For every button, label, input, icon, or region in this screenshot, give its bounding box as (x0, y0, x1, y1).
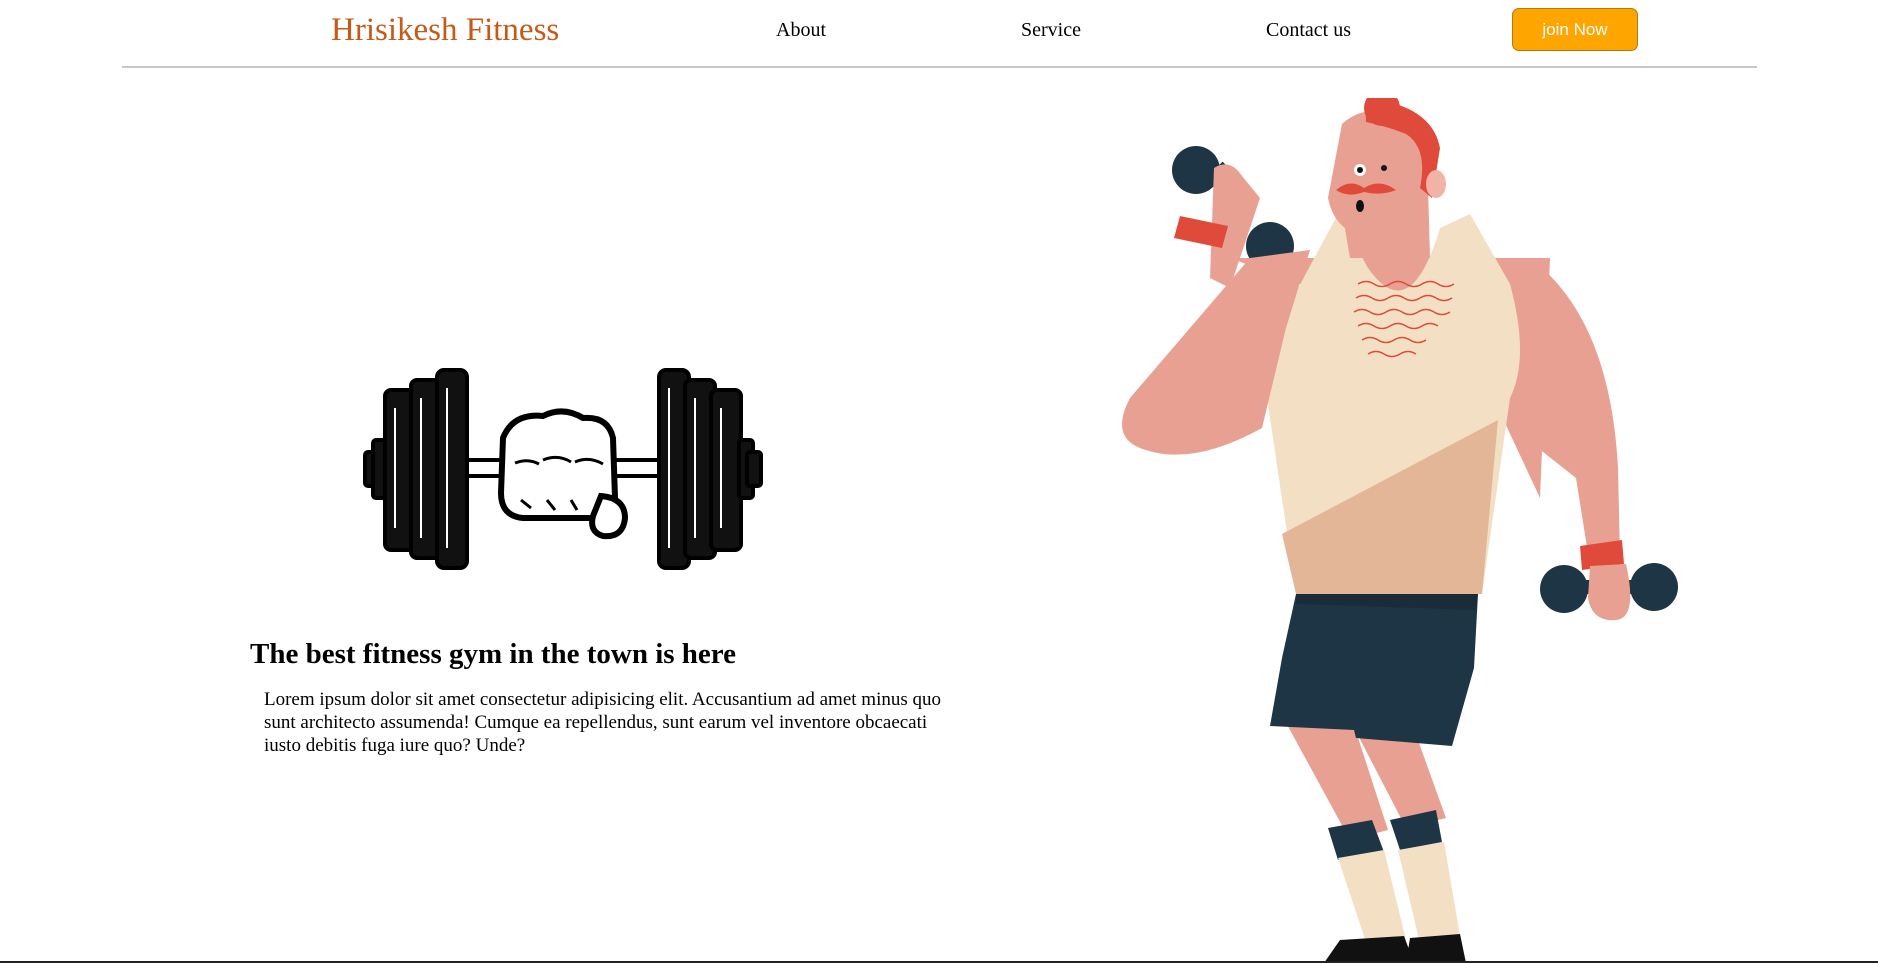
brand-logo-link[interactable]: Hrisikesh Fitness (331, 8, 559, 52)
nav-link-about[interactable]: About (776, 16, 826, 44)
header-divider (122, 66, 1757, 68)
dumbbell-fist-icon (363, 368, 763, 570)
join-now-button[interactable]: join Now (1512, 8, 1638, 51)
hero-headline: The best fitness gym in the town is here (250, 638, 737, 670)
hero-description: Lorem ipsum dolor sit amet consectetur a… (264, 689, 941, 756)
man-lifting-dumbbells-illustration (1122, 98, 1678, 963)
nav-link-contact[interactable]: Contact us (1266, 16, 1351, 44)
nav-link-service[interactable]: Service (1021, 16, 1081, 44)
